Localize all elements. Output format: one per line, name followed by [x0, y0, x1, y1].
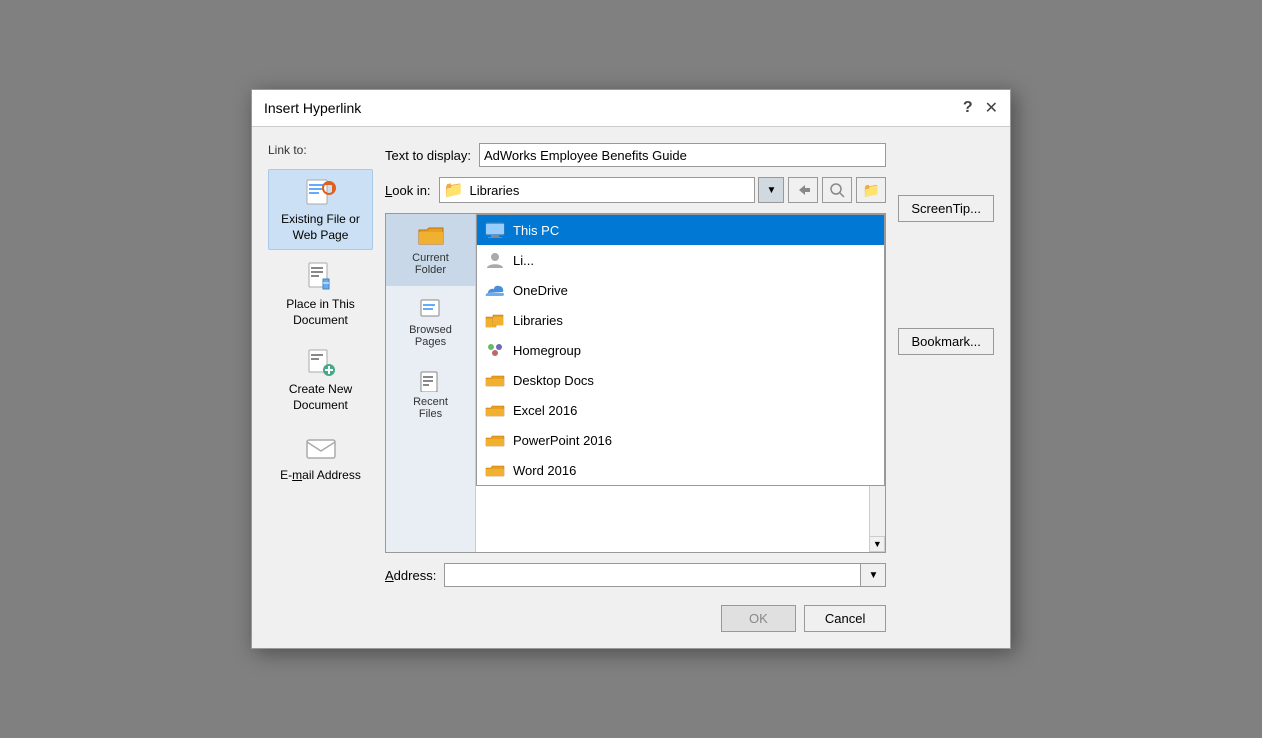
sidebar-item-create-new[interactable]: Create NewDocument: [268, 339, 373, 420]
cancel-button[interactable]: Cancel: [804, 605, 886, 632]
title-bar-left: Insert Hyperlink: [264, 100, 361, 116]
browser-area: CurrentFolder BrowsedPages: [385, 213, 886, 553]
address-dropdown-arrow: ▼: [868, 570, 878, 581]
dropdown-item-label-onedrive: OneDrive: [513, 283, 568, 298]
dropdown-item-label-excel-2016: Excel 2016: [513, 403, 577, 418]
sidebar-item-label-place: Place in ThisDocument: [286, 297, 354, 328]
main-content: Text to display: AdWorks Employee Benefi…: [385, 143, 886, 632]
email-icon: [305, 432, 337, 464]
dropdown-item-excel-2016[interactable]: Excel 2016: [477, 395, 884, 425]
place-in-doc-icon: [305, 261, 337, 293]
excel-2016-icon: [485, 400, 505, 420]
search-web-button[interactable]: [822, 177, 852, 203]
address-wrapper: ▼: [444, 563, 886, 587]
create-new-icon: [305, 346, 337, 378]
dropdown-item-ppt-2016[interactable]: PowerPoint 2016: [477, 425, 884, 455]
lookin-dropdown-arrow: ▼: [766, 185, 776, 196]
ppt-2016-icon: [485, 430, 505, 450]
onedrive-icon: [485, 280, 505, 300]
bottom-buttons: OK Cancel: [385, 597, 886, 632]
title-bar-controls: ? ✕: [963, 98, 998, 118]
lookin-label: Look in:: [385, 183, 431, 198]
shortcut-label-current: CurrentFolder: [412, 252, 449, 276]
libraries-icon: [485, 310, 505, 330]
dropdown-item-homegroup[interactable]: Homegroup: [477, 335, 884, 365]
right-buttons-column: ScreenTip... Bookmark...: [898, 143, 994, 632]
new-folder-button[interactable]: 📁: [856, 177, 886, 203]
address-input[interactable]: [444, 563, 861, 587]
shortcut-label-recent: RecentFiles: [413, 396, 448, 420]
scroll-down-button[interactable]: ▼: [869, 536, 885, 552]
insert-hyperlink-dialog: Insert Hyperlink ? ✕ Link to:: [251, 89, 1011, 649]
sidebar-item-place-in-doc[interactable]: Place in ThisDocument: [268, 254, 373, 335]
ok-button[interactable]: OK: [721, 605, 796, 632]
dialog-body: Link to: Existing File orWeb Page: [252, 127, 1010, 648]
shortcut-current-folder[interactable]: CurrentFolder: [386, 214, 475, 286]
file-list-panel: This PC Li...: [476, 214, 885, 552]
dropdown-item-label-desktop-docs: Desktop Docs: [513, 373, 594, 388]
shortcut-label-browsed: BrowsedPages: [409, 324, 452, 348]
dropdown-item-libraries2[interactable]: Li...: [477, 245, 884, 275]
link-to-label: Link to:: [268, 143, 307, 157]
shortcut-browsed-pages[interactable]: BrowsedPages: [386, 286, 475, 358]
sidebar-item-existing-file[interactable]: Existing File orWeb Page: [268, 169, 373, 250]
back-button[interactable]: [788, 177, 818, 203]
dropdown-item-label-libraries: Libraries: [513, 313, 563, 328]
dropdown-item-label-libraries2: Li...: [513, 253, 534, 268]
dialog-title: Insert Hyperlink: [264, 100, 361, 116]
close-button[interactable]: ✕: [985, 98, 998, 118]
bookmark-button[interactable]: Bookmark...: [898, 328, 994, 355]
lookin-display[interactable]: 📁 Libraries: [439, 177, 756, 203]
dropdown-item-word-2016[interactable]: Word 2016: [477, 455, 884, 485]
lookin-value: Libraries: [469, 183, 519, 198]
existing-file-icon: [305, 176, 337, 208]
help-button[interactable]: ?: [963, 99, 973, 117]
desktop-docs-icon: [485, 370, 505, 390]
dropdown-item-this-pc[interactable]: This PC: [477, 215, 884, 245]
sidebar-item-label-existing: Existing File orWeb Page: [281, 212, 360, 243]
address-row: Address: ▼: [385, 563, 886, 587]
libraries2-icon: [485, 250, 505, 270]
folder-shortcuts: CurrentFolder BrowsedPages: [386, 214, 476, 552]
dropdown-item-label-this-pc: This PC: [513, 223, 559, 238]
dropdown-list: This PC Li...: [476, 214, 885, 486]
screentip-button[interactable]: ScreenTip...: [898, 195, 994, 222]
text-display-row: Text to display: AdWorks Employee Benefi…: [385, 143, 886, 167]
dropdown-item-label-ppt-2016: PowerPoint 2016: [513, 433, 612, 448]
sidebar: Link to: Existing File orWeb Page: [268, 143, 373, 632]
address-dropdown-button[interactable]: ▼: [860, 563, 886, 587]
lookin-folder-icon: 📁: [444, 180, 464, 200]
sidebar-item-label-email: E-mail Address: [280, 468, 361, 484]
dropdown-item-onedrive[interactable]: OneDrive: [477, 275, 884, 305]
homegroup-icon: [485, 340, 505, 360]
sidebar-item-email[interactable]: E-mail Address: [268, 425, 373, 491]
dropdown-item-desktop-docs[interactable]: Desktop Docs: [477, 365, 884, 395]
text-display-label: Text to display:: [385, 148, 471, 163]
dropdown-item-label-word-2016: Word 2016: [513, 463, 576, 478]
shortcut-recent-files[interactable]: RecentFiles: [386, 358, 475, 430]
address-label: Address:: [385, 568, 436, 583]
text-display-input[interactable]: AdWorks Employee Benefits Guide: [479, 143, 886, 167]
lookin-row: Look in: 📁 Libraries ▼: [385, 177, 886, 203]
sidebar-item-label-create: Create NewDocument: [289, 382, 352, 413]
lookin-dropdown-button[interactable]: ▼: [758, 177, 784, 203]
new-folder-icon: 📁: [863, 182, 880, 199]
word-2016-icon: [485, 460, 505, 480]
title-bar: Insert Hyperlink ? ✕: [252, 90, 1010, 127]
this-pc-icon: [485, 220, 505, 240]
dropdown-item-libraries[interactable]: Libraries: [477, 305, 884, 335]
dropdown-item-label-homegroup: Homegroup: [513, 343, 581, 358]
